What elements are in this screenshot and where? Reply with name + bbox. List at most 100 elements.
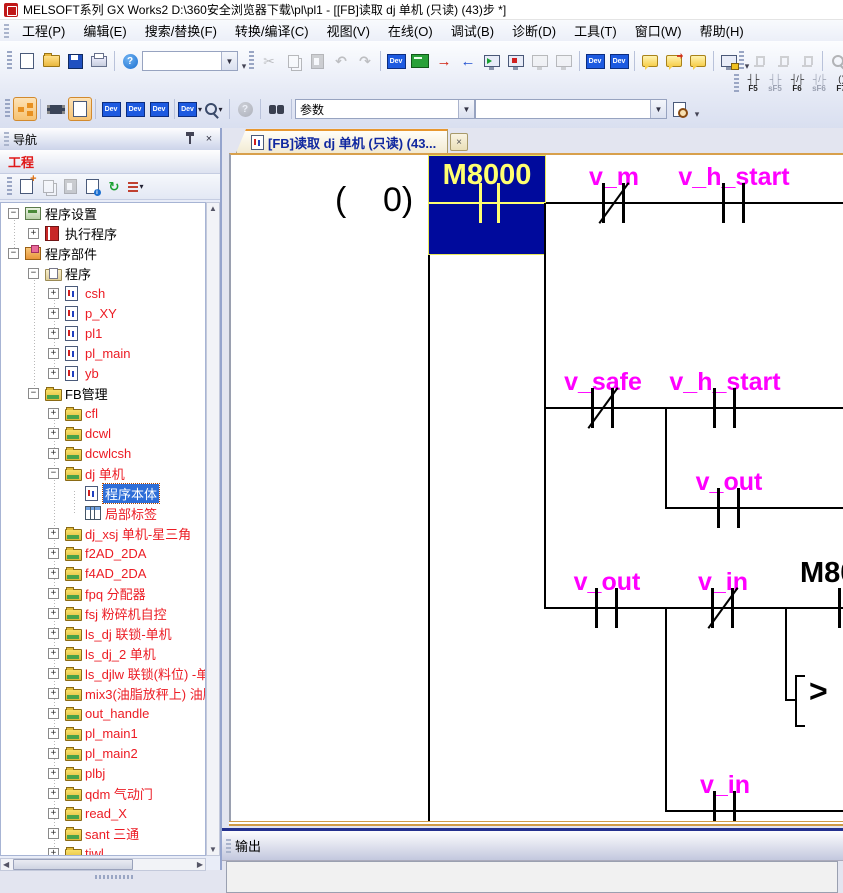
tree-item-label[interactable]: plbj (83, 766, 107, 781)
menu-item-3[interactable]: 搜索/替换(F) (136, 19, 226, 42)
coil-f7[interactable]: ( )F7 (830, 71, 843, 96)
nav-paste-button[interactable] (59, 176, 81, 198)
menu-item-10[interactable]: 窗口(W) (626, 19, 691, 42)
close-contact-f6[interactable]: ┤/├F6 (786, 71, 808, 96)
tree-item-label[interactable]: csh (83, 286, 107, 301)
tree-expand-minus-icon[interactable]: − (48, 468, 59, 479)
tree-expand-plus-icon[interactable]: + (48, 628, 59, 639)
device-display-button[interactable]: Dev▾ (178, 97, 202, 121)
print-button[interactable] (87, 49, 111, 73)
tree-item-label[interactable]: tjwl (83, 846, 106, 857)
tree-expand-plus-icon[interactable]: + (48, 748, 59, 759)
toolbar-grip[interactable] (7, 51, 12, 71)
nav-refresh-button[interactable]: ↻ (103, 176, 125, 198)
tree-expand-plus-icon[interactable]: + (48, 808, 59, 819)
menu-item-1[interactable]: 工程(P) (13, 19, 74, 42)
tree-item-sant[interactable]: +sant 三通 (1, 823, 205, 843)
tree-item-dj_xsj[interactable]: + dj_xsj 单机-星三角 (1, 523, 205, 543)
tree-expand-plus-icon[interactable]: + (48, 368, 59, 379)
tree-item-label[interactable]: dcwl (83, 426, 113, 441)
file-combo[interactable]: ▼ (142, 51, 238, 71)
tree-expand-plus-icon[interactable]: + (48, 608, 59, 619)
tree-expand-plus-icon[interactable]: + (48, 588, 59, 599)
tree-item-label[interactable]: FB管理 (63, 384, 110, 403)
device-search-button[interactable]: ▾ (202, 97, 226, 121)
nav-toolbar-grip[interactable] (7, 177, 12, 197)
tree-horizontal-scrollbar[interactable]: ◀ ▶ (0, 858, 206, 871)
tree-item-csh[interactable]: +csh (1, 283, 205, 303)
ladder-editor[interactable]: ( 0) M8000 v_m v_h_start v_safe v_h_star… (229, 153, 843, 823)
context-help-button[interactable]: ? (233, 97, 257, 121)
find-in-document-button[interactable] (667, 97, 691, 121)
tree-item-ls_dj_2[interactable]: +ls_dj_2 单机 (1, 643, 205, 663)
selected-cell-m8000[interactable]: M8000 (428, 155, 546, 255)
navigation-window-button[interactable] (13, 97, 37, 121)
tree-expand-minus-icon[interactable]: − (8, 208, 19, 219)
tree-item-[interactable]: 局部标签 (1, 503, 205, 523)
contact-bar[interactable] (595, 588, 598, 628)
tree-expand-plus-icon[interactable]: + (48, 568, 59, 579)
write-to-plc-button[interactable]: → (432, 49, 456, 73)
tree-item-fsj[interactable]: + fsj 粉碎机自控 (1, 603, 205, 623)
tree-item-tjwl[interactable]: +tjwl (1, 843, 205, 856)
tree-item-label[interactable]: pl_main (83, 346, 133, 361)
scroll-up-icon[interactable]: ▲ (207, 203, 219, 214)
new-project-button[interactable] (15, 49, 39, 73)
tree-item-qdm[interactable]: +qdm 气动门 (1, 783, 205, 803)
output-window-button[interactable] (68, 97, 92, 121)
toolbar-overflow-view[interactable]: ▾ (691, 98, 703, 120)
tree-item-label[interactable]: pl1 (83, 326, 104, 341)
find-keyword-combo[interactable]: ▼ (475, 99, 667, 119)
undo-button[interactable]: ↶ (329, 49, 353, 73)
menu-item-8[interactable]: 诊断(D) (503, 19, 565, 42)
toolbar-grip[interactable] (734, 74, 739, 94)
tree-item-pl_main1[interactable]: +pl_main1 (1, 723, 205, 743)
tree-expand-plus-icon[interactable]: + (48, 768, 59, 779)
tree-item-label[interactable]: 局部标签 (103, 504, 159, 523)
menu-item-6[interactable]: 在线(O) (379, 19, 442, 42)
tree-item-pl_main[interactable]: +pl_main (1, 343, 205, 363)
contact-bar[interactable] (838, 588, 841, 628)
tree-item-label[interactable]: dcwlcsh (83, 446, 133, 461)
tree-item-label[interactable]: fsj 粉碎机自控 (83, 604, 169, 623)
contact-bar[interactable] (713, 388, 716, 428)
toolbar-grip[interactable] (5, 99, 10, 119)
chevron-down-icon[interactable]: ▼ (458, 100, 474, 118)
tree-expand-plus-icon[interactable]: + (48, 728, 59, 739)
panel-resize-grip[interactable] (95, 875, 135, 879)
device-monitor-button[interactable]: Dev (583, 49, 607, 73)
tree-item-plbj[interactable]: + plbj (1, 763, 205, 783)
tree-item-p_xy[interactable]: +p_XY (1, 303, 205, 323)
tree-expand-plus-icon[interactable]: + (28, 228, 39, 239)
tree-expand-plus-icon[interactable]: + (48, 308, 59, 319)
scroll-right-icon[interactable]: ▶ (195, 859, 205, 870)
tree-item-label[interactable]: dj_xsj 单机-星三角 (83, 524, 193, 543)
tree-item-label[interactable]: dj 单机 (83, 464, 127, 483)
open-project-button[interactable] (39, 49, 63, 73)
tree-item-label[interactable]: sant 三通 (83, 824, 141, 843)
tree-item-label[interactable]: qdm 气动门 (83, 784, 155, 803)
open-contact-f5[interactable]: ┤├F5 (742, 71, 764, 96)
tree-item-pl_main2[interactable]: +pl_main2 (1, 743, 205, 763)
close-contact-or-sf6[interactable]: ┤/├sF6 (808, 71, 830, 96)
paste-button[interactable] (305, 49, 329, 73)
tree-item-label[interactable]: f2AD_2DA (83, 546, 148, 561)
tree-item-label[interactable]: f4AD_2DA (83, 566, 148, 581)
scroll-left-icon[interactable]: ◀ (1, 859, 11, 870)
tree-item-label[interactable]: 程序设置 (43, 204, 99, 223)
save-project-button[interactable] (63, 49, 87, 73)
compare-block-bracket[interactable] (795, 675, 805, 727)
tree-item-label[interactable]: ls_djlw 联锁(料位) -单 (83, 664, 206, 683)
tree-expand-plus-icon[interactable]: + (48, 528, 59, 539)
menu-item-5[interactable]: 视图(V) (318, 19, 379, 42)
tree-expand-plus-icon[interactable]: + (48, 668, 59, 679)
device-comment-button[interactable] (408, 49, 432, 73)
tab-fb-dj-danji[interactable]: [FB]读取 dj 单机 (只读) (43... (236, 129, 448, 153)
tree-expand-plus-icon[interactable]: + (48, 648, 59, 659)
find-target-combo[interactable]: 参数▼ (295, 99, 475, 119)
nav-copy-button[interactable] (37, 176, 59, 198)
tree-item-label[interactable]: read_X (83, 806, 129, 821)
menu-item-2[interactable]: 编辑(E) (74, 19, 135, 42)
redo-button[interactable]: ↷ (353, 49, 377, 73)
tree-expand-minus-icon[interactable]: − (28, 388, 39, 399)
